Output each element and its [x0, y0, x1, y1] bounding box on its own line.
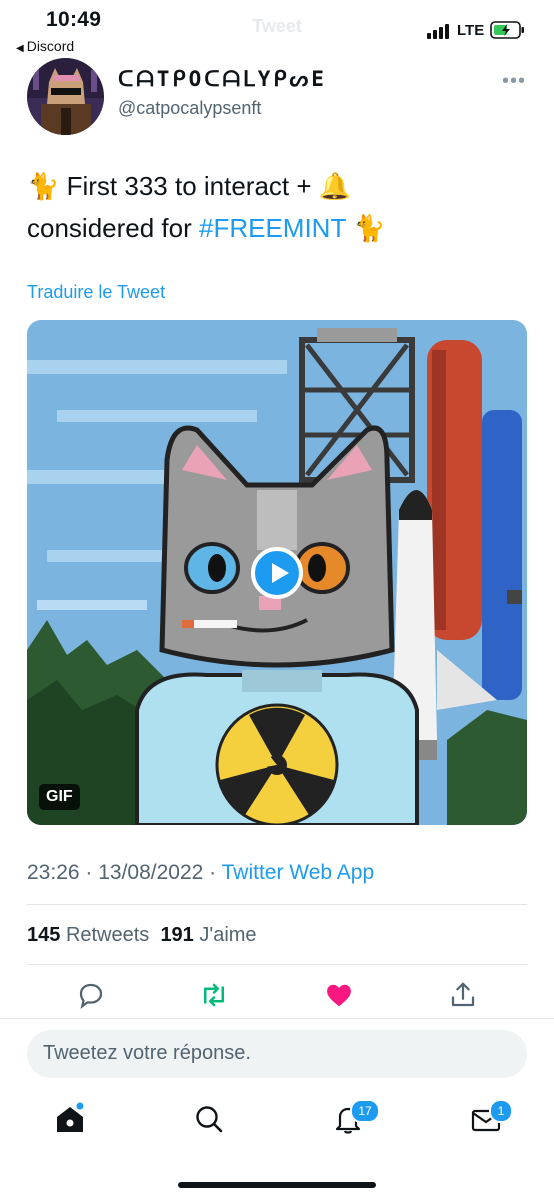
share-icon[interactable] [448, 980, 478, 1010]
back-to-app-button[interactable]: ◀ Discord [16, 38, 74, 54]
divider [27, 964, 527, 965]
user-handle[interactable]: @catpocalypsenft [118, 98, 261, 119]
hashtag-link[interactable]: #FREEMINT [199, 213, 346, 243]
network-label: LTE [457, 22, 485, 39]
retweet-icon[interactable] [199, 980, 229, 1010]
status-time: 10:49 [46, 8, 102, 31]
reply-icon[interactable] [76, 980, 106, 1010]
tweet-timestamp: 23:26 · 13/08/2022 · [27, 861, 222, 884]
reply-input[interactable]: Tweetez votre réponse. [27, 1030, 527, 1078]
notifications-badge: 17 [350, 1099, 380, 1123]
translate-tweet-link[interactable]: Traduire le Tweet [27, 282, 165, 303]
avatar[interactable] [27, 58, 104, 135]
search-icon[interactable] [192, 1102, 226, 1136]
tweet-stats: 145 Retweets 191 J'aime [27, 924, 257, 947]
tweet-text-line2: considered for [27, 213, 199, 243]
tweet-text-line2-end: 🐈 [345, 213, 386, 243]
back-arrow-icon: ◀ [16, 43, 24, 54]
retweets-stat[interactable]: 145 Retweets [27, 924, 149, 946]
back-app-label: Discord [26, 38, 75, 54]
reply-bar-divider [0, 1018, 554, 1019]
battery-charging-icon [490, 21, 524, 39]
likes-stat[interactable]: 191 J'aime [160, 924, 256, 946]
more-icon[interactable]: ••• [502, 70, 526, 93]
home-indicator [178, 1182, 376, 1188]
like-icon[interactable] [324, 980, 354, 1010]
likes-count: 191 [160, 924, 194, 946]
tweet-text: 🐈 First 333 to interact + 🔔 considered f… [27, 165, 527, 249]
tweet-source-link[interactable]: Twitter Web App [222, 861, 375, 884]
divider [27, 904, 527, 905]
retweets-count: 145 [27, 924, 61, 946]
messages-badge: 1 [489, 1099, 513, 1123]
likes-label: J'aime [199, 924, 257, 946]
avatar-image [27, 58, 104, 135]
tweet-meta: 23:26 · 13/08/2022 · Twitter Web App [27, 861, 374, 885]
gif-badge: GIF [39, 784, 80, 810]
home-icon[interactable] [53, 1102, 87, 1136]
display-name[interactable]: ᑕᗩTᑭOᑕᗩᒪYᑭᔕE [118, 67, 327, 92]
tweet-text-line1: 🐈 First 333 to interact + 🔔 [27, 171, 352, 201]
retweets-label: Retweets [65, 924, 150, 946]
signal-icon [427, 24, 449, 39]
play-icon[interactable] [251, 547, 303, 599]
